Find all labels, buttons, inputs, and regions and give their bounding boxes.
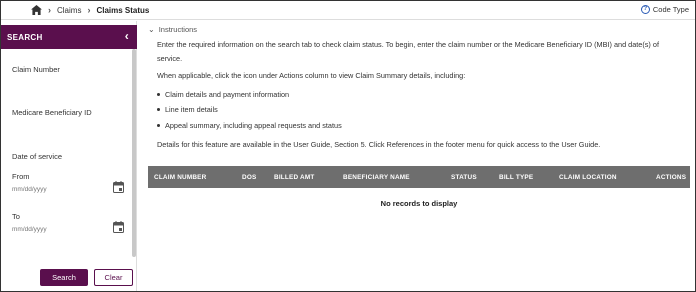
- home-icon[interactable]: [31, 5, 42, 15]
- sidebar-scrollbar[interactable]: [132, 49, 136, 257]
- code-type-label: Code Type: [652, 5, 689, 14]
- bullet-text: Appeal summary, including appeal request…: [165, 121, 342, 130]
- instructions-text-1b: service.: [157, 54, 183, 63]
- instructions-text-3: Details for this feature are available i…: [157, 140, 601, 149]
- breadcrumb: › Claims › Claims Status: [31, 5, 149, 15]
- column-header-billed-amt[interactable]: BILLED AMT: [274, 174, 314, 181]
- column-header-beneficiary-name[interactable]: BENEFICIARY NAME: [343, 174, 410, 181]
- from-date-input[interactable]: [12, 183, 120, 195]
- search-panel-header: SEARCH ‹: [1, 25, 137, 49]
- chevron-right-icon: ›: [87, 5, 91, 15]
- instructions-label: Instructions: [158, 25, 198, 34]
- calendar-icon[interactable]: [113, 181, 124, 193]
- column-header-claim-number[interactable]: CLAIM NUMBER: [154, 174, 206, 181]
- instructions-text-2: When applicable, click the icon under Ac…: [157, 71, 466, 80]
- clear-button[interactable]: Clear: [94, 269, 133, 286]
- mbi-input[interactable]: [12, 120, 120, 132]
- top-bar: › Claims › Claims Status ? Code Type: [1, 1, 695, 20]
- search-button[interactable]: Search: [40, 269, 88, 286]
- list-item: Claim details and payment information: [157, 90, 289, 99]
- breadcrumb-claims[interactable]: Claims: [57, 6, 81, 15]
- column-header-status[interactable]: STATUS: [451, 174, 477, 181]
- chevron-right-icon: ›: [48, 5, 51, 15]
- claim-number-input[interactable]: [12, 77, 120, 89]
- chevron-down-icon: ⌄: [148, 25, 155, 34]
- chevron-left-icon[interactable]: ‹: [125, 29, 129, 43]
- claim-number-label: Claim Number: [12, 65, 60, 74]
- instructions-text-1: Enter the required information on the se…: [157, 40, 659, 49]
- claims-table: CLAIM NUMBER DOS BILLED AMT BENEFICIARY …: [148, 166, 690, 208]
- to-label: To: [12, 212, 20, 221]
- column-header-bill-type[interactable]: BILL TYPE: [499, 174, 533, 181]
- from-label: From: [12, 172, 30, 181]
- bullet-dot: [157, 93, 160, 96]
- bullet-dot: [157, 108, 160, 111]
- search-panel-title: SEARCH: [7, 33, 43, 42]
- bullet-dot: [157, 124, 160, 127]
- breadcrumb-claims-status: Claims Status: [96, 5, 150, 15]
- to-date-input[interactable]: [12, 223, 120, 235]
- bullet-text: Claim details and payment information: [165, 90, 290, 99]
- table-header: CLAIM NUMBER DOS BILLED AMT BENEFICIARY …: [148, 166, 690, 188]
- search-sidebar: SEARCH ‹ Claim Number Medicare Beneficia…: [1, 21, 137, 291]
- column-header-actions: ACTIONS: [656, 174, 687, 181]
- empty-table-message: No records to display: [380, 199, 458, 208]
- column-header-dos[interactable]: DOS: [242, 174, 256, 181]
- instructions-toggle[interactable]: ⌄ Instructions: [148, 25, 197, 34]
- date-of-service-label: Date of service: [12, 152, 63, 161]
- list-item: Appeal summary, including appeal request…: [157, 121, 342, 130]
- bullet-text: Line item details: [165, 105, 218, 114]
- list-item: Line item details: [157, 105, 218, 114]
- code-type-link[interactable]: ? Code Type: [640, 5, 689, 14]
- mbi-label: Medicare Beneficiary ID: [12, 108, 92, 117]
- column-header-claim-location[interactable]: CLAIM LOCATION: [559, 174, 617, 181]
- calendar-icon[interactable]: [113, 221, 124, 233]
- help-icon: ?: [640, 5, 650, 14]
